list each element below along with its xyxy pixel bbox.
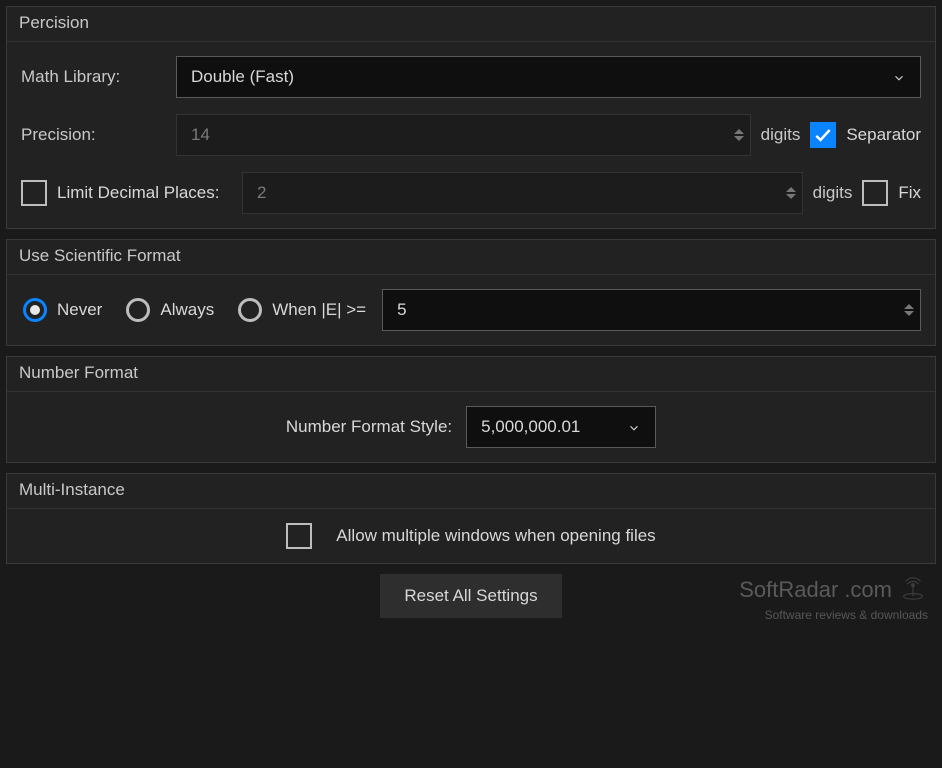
reset-all-settings-button[interactable]: Reset All Settings xyxy=(380,574,561,618)
scientific-threshold-spinner[interactable]: 5 xyxy=(382,289,921,331)
number-format-style-dropdown[interactable]: 5,000,000.01 xyxy=(466,406,656,448)
precision-spinner[interactable]: 14 xyxy=(176,114,751,156)
spinner-arrows-icon xyxy=(728,115,750,155)
precision-unit: digits xyxy=(761,125,801,145)
reset-button-label: Reset All Settings xyxy=(404,586,537,606)
spinner-arrows-icon xyxy=(898,290,920,330)
precision-group: Percision Math Library: Double (Fast) Pr… xyxy=(6,6,936,229)
watermark: SoftRadar.com Software reviews & downloa… xyxy=(739,572,928,622)
allow-multiple-checkbox[interactable] xyxy=(286,523,312,549)
scientific-group: Use Scientific Format Never Always When … xyxy=(6,239,936,346)
math-library-dropdown[interactable]: Double (Fast) xyxy=(176,56,921,98)
precision-group-title: Percision xyxy=(7,7,935,42)
limit-decimal-checkbox[interactable] xyxy=(21,180,47,206)
radar-icon xyxy=(898,572,928,608)
precision-value: 14 xyxy=(191,125,728,145)
limit-decimal-value: 2 xyxy=(257,183,780,203)
number-format-group-title: Number Format xyxy=(7,357,935,392)
scientific-group-title: Use Scientific Format xyxy=(7,240,935,275)
watermark-dotcom: .com xyxy=(844,577,892,603)
watermark-main: SoftRadar xyxy=(739,577,838,603)
fix-label: Fix xyxy=(898,183,921,203)
limit-decimal-label: Limit Decimal Places: xyxy=(57,183,242,203)
number-format-style-label: Number Format Style: xyxy=(286,417,452,437)
radio-never-label: Never xyxy=(57,300,102,320)
allow-multiple-label: Allow multiple windows when opening file… xyxy=(336,526,655,546)
multi-instance-group: Multi-Instance Allow multiple windows wh… xyxy=(6,473,936,564)
radio-when-e[interactable]: When |E| >= xyxy=(236,298,366,322)
limit-decimal-spinner[interactable]: 2 xyxy=(242,172,803,214)
scientific-radio-set: Never Always When |E| >= xyxy=(21,298,366,322)
radio-icon xyxy=(23,298,47,322)
radio-never[interactable]: Never xyxy=(21,298,102,322)
watermark-sub: Software reviews & downloads xyxy=(739,608,928,622)
math-library-value: Double (Fast) xyxy=(191,67,294,87)
limit-decimal-unit: digits xyxy=(813,183,853,203)
spinner-arrows-icon xyxy=(780,173,802,213)
footer: Reset All Settings SoftRadar.com Softwar… xyxy=(6,574,936,618)
radio-when-e-label: When |E| >= xyxy=(272,300,366,320)
radio-always-label: Always xyxy=(160,300,214,320)
number-format-group: Number Format Number Format Style: 5,000… xyxy=(6,356,936,463)
precision-label: Precision: xyxy=(21,125,176,145)
multi-instance-group-title: Multi-Instance xyxy=(7,474,935,509)
chevron-down-icon xyxy=(627,420,641,434)
separator-checkbox[interactable] xyxy=(810,122,836,148)
fix-checkbox[interactable] xyxy=(862,180,888,206)
separator-label: Separator xyxy=(846,125,921,145)
radio-icon xyxy=(238,298,262,322)
radio-icon xyxy=(126,298,150,322)
math-library-label: Math Library: xyxy=(21,67,176,87)
chevron-down-icon xyxy=(892,70,906,84)
number-format-style-value: 5,000,000.01 xyxy=(481,417,580,437)
radio-always[interactable]: Always xyxy=(124,298,214,322)
scientific-threshold-value: 5 xyxy=(397,300,898,320)
